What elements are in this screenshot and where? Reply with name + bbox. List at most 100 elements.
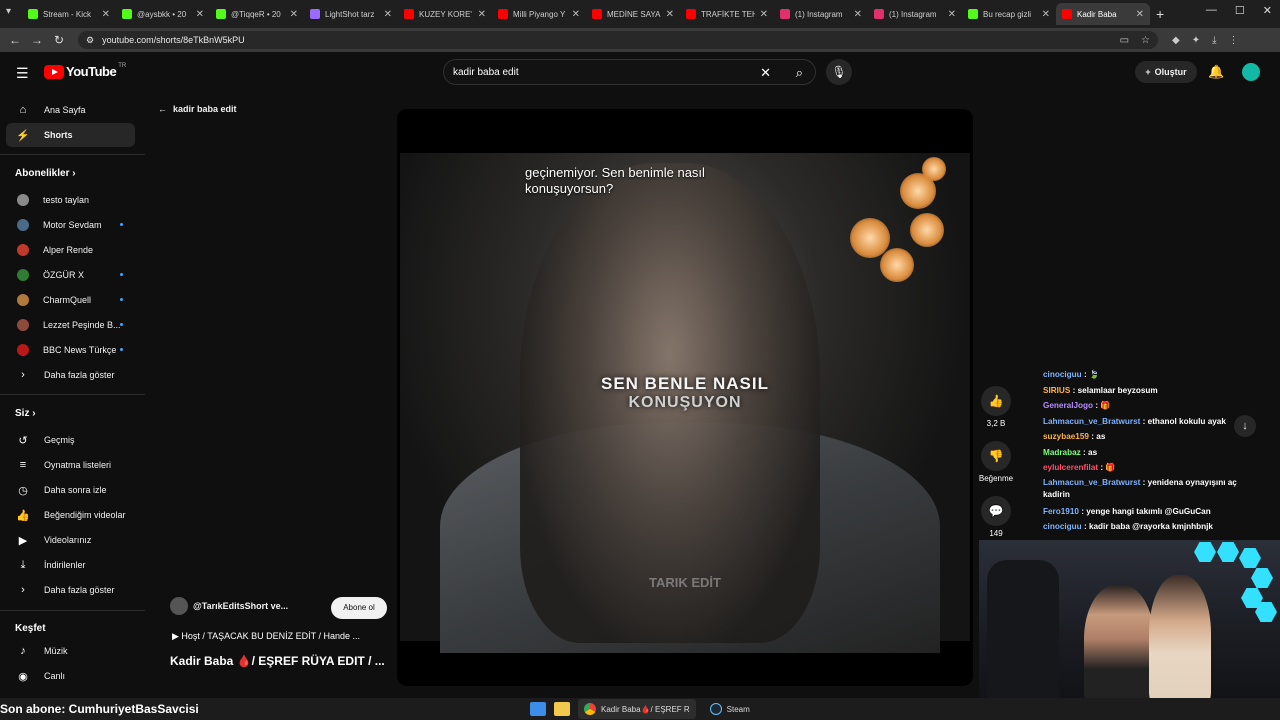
- explore-heading[interactable]: Keşfet: [15, 623, 46, 634]
- puzzle-icon[interactable]: ✦: [1192, 35, 1200, 46]
- download-icon[interactable]: ⤓: [1212, 35, 1216, 46]
- browser-tab[interactable]: Kadir Baba ✕: [1056, 3, 1150, 25]
- tab-close-icon[interactable]: ✕: [948, 9, 956, 20]
- hex-decoration: [1239, 548, 1261, 568]
- browser-tab[interactable]: MEDİNE SAYA ✕: [586, 3, 680, 25]
- sidebar-item[interactable]: Motor Sevdam: [6, 213, 135, 237]
- video-title[interactable]: Kadir Baba 🩸/ EŞREF RÜYA EDIT / ...: [170, 654, 385, 668]
- extension-icon[interactable]: ◆: [1172, 35, 1180, 46]
- sidebar-item[interactable]: Alper Rende: [6, 238, 135, 262]
- browser-tab[interactable]: (1) Instagram ✕: [774, 3, 868, 25]
- sidebar-item[interactable]: ⤓ İndirilenler: [6, 553, 135, 577]
- tab-search-icon[interactable]: ▾: [6, 6, 11, 17]
- like-button[interactable]: 👍 3,2 B: [977, 386, 1015, 428]
- cast-icon[interactable]: ▭: [1120, 35, 1129, 46]
- tab-close-icon[interactable]: ✕: [196, 9, 204, 20]
- create-button[interactable]: + Oluştur: [1135, 61, 1197, 83]
- subscribe-button[interactable]: Abone ol: [331, 597, 387, 619]
- tab-close-icon[interactable]: ✕: [102, 9, 110, 20]
- sidebar-item[interactable]: › Daha fazla göster: [6, 363, 135, 387]
- browser-tab[interactable]: Stream - Kick ✕: [22, 3, 116, 25]
- file-explorer-icon[interactable]: [554, 702, 570, 716]
- taskbar-steam[interactable]: Steam: [704, 699, 756, 719]
- gaming-chair: [987, 560, 1059, 698]
- channel-name[interactable]: @TarıkEditsShort ve...: [193, 601, 288, 611]
- browser-tab[interactable]: KUZEY KORE' ✕: [398, 3, 492, 25]
- browser-tab[interactable]: TRAFİKTE TEH ✕: [680, 3, 774, 25]
- chat-separator: :: [1140, 416, 1148, 426]
- browser-tab[interactable]: Milli Piyango Y ✕: [492, 3, 586, 25]
- clear-search-icon[interactable]: ✕: [760, 65, 771, 81]
- taskbar-chrome[interactable]: Kadir Baba🩸/ EŞREF R: [578, 699, 696, 719]
- notifications-bell-icon[interactable]: 🔔: [1208, 64, 1224, 80]
- chevron-down-icon: ›: [21, 369, 25, 381]
- site-info-icon[interactable]: ⚙: [86, 35, 94, 46]
- search-input[interactable]: kadir baba edit ✕ ⌕: [443, 59, 816, 85]
- reload-icon[interactable]: ↻: [48, 33, 70, 47]
- sidebar-item[interactable]: ≡ Oynatma listeleri: [6, 453, 135, 477]
- channel-info[interactable]: @TarıkEditsShort ve...: [170, 597, 288, 615]
- sidebar-item[interactable]: ♪ Müzik: [6, 639, 135, 663]
- windows-start-icon[interactable]: [530, 702, 546, 716]
- guide-menu-icon[interactable]: ☰: [16, 65, 29, 82]
- maximize-icon[interactable]: ☐: [1235, 4, 1245, 17]
- tab-close-icon[interactable]: ✕: [1042, 9, 1050, 20]
- sidebar-item[interactable]: ▶ Videolarınız: [6, 528, 135, 552]
- tab-close-icon[interactable]: ✕: [666, 9, 674, 20]
- comments-button[interactable]: 💬 149: [977, 496, 1015, 538]
- sidebar-item[interactable]: ÖZGÜR X: [6, 263, 135, 287]
- back-to-search[interactable]: ← kadir baba edit: [158, 104, 237, 114]
- chat-message: SIRIUS : selamlaar beyzosum: [1043, 383, 1263, 399]
- subscriptions-heading[interactable]: Abonelikler ›: [15, 168, 76, 179]
- sidebar-item[interactable]: ⚡ Shorts: [6, 123, 135, 147]
- close-window-icon[interactable]: ✕: [1263, 4, 1272, 17]
- tab-close-icon[interactable]: ✕: [290, 9, 298, 20]
- back-icon[interactable]: ←: [4, 33, 26, 47]
- forward-icon[interactable]: →: [26, 33, 48, 47]
- sidebar-item-label: Alper Rende: [43, 245, 94, 255]
- menu-icon[interactable]: ⋮: [1229, 35, 1239, 46]
- tab-close-icon[interactable]: ✕: [478, 9, 486, 20]
- browser-tab[interactable]: @TiqqeR • 20 ✕: [210, 3, 304, 25]
- sidebar-item[interactable]: BBC News Türkçe: [6, 338, 135, 362]
- create-label: Oluştur: [1154, 67, 1187, 77]
- tab-label: (1) Instagram: [889, 9, 937, 19]
- search-icon[interactable]: ⌕: [796, 65, 803, 81]
- voice-search-icon[interactable]: 🎙: [826, 59, 852, 85]
- sidebar-item-label: Daha fazla göster: [44, 370, 115, 380]
- youtube-logo[interactable]: YouTube TR: [44, 63, 126, 79]
- browser-tab[interactable]: Bu recap gizli ✕: [962, 3, 1056, 25]
- you-heading[interactable]: Siz ›: [15, 408, 36, 419]
- sidebar-item[interactable]: testo taylan: [6, 188, 135, 212]
- sidebar-item[interactable]: ◷ Daha sonra izle: [6, 478, 135, 502]
- shorts-video-player[interactable]: geçinemiyor. Sen benimle nasıl konuşuyor…: [397, 109, 973, 686]
- tab-close-icon[interactable]: ✕: [1136, 9, 1144, 20]
- sidebar-item[interactable]: ⌂ Ana Sayfa: [6, 98, 135, 122]
- chat-separator: :: [1070, 385, 1078, 395]
- new-tab-icon[interactable]: +: [1156, 6, 1164, 22]
- sidebar-item[interactable]: 👍 Beğendiğim videolar: [6, 503, 135, 527]
- sidebar-item[interactable]: Lezzet Peşinde B...: [6, 313, 135, 337]
- music-info[interactable]: ▶ Hoşt / TAŞACAK BU DENİZ EDİT / Hande .…: [172, 631, 360, 642]
- sidebar-item[interactable]: ◉ Canlı: [6, 664, 135, 688]
- tab-close-icon[interactable]: ✕: [572, 9, 580, 20]
- sidebar-item[interactable]: › Daha fazla göster: [6, 578, 135, 602]
- sidebar-item[interactable]: CharmQuell: [6, 288, 135, 312]
- account-avatar[interactable]: [1242, 63, 1260, 81]
- minimize-icon[interactable]: —: [1206, 4, 1217, 17]
- browser-tab[interactable]: @aysbkk • 20 ✕: [116, 3, 210, 25]
- tab-close-icon[interactable]: ✕: [854, 9, 862, 20]
- sidebar-item[interactable]: ↺ Geçmiş: [6, 428, 135, 452]
- channel-avatar[interactable]: [170, 597, 188, 615]
- chat-text: 🍃: [1088, 370, 1100, 379]
- next-video-arrow-icon[interactable]: ↓: [1234, 415, 1256, 437]
- tab-close-icon[interactable]: ✕: [760, 9, 768, 20]
- chat-separator: :: [1081, 370, 1089, 379]
- browser-tab[interactable]: LightShot tarz ✕: [304, 3, 398, 25]
- tab-close-icon[interactable]: ✕: [384, 9, 392, 20]
- browser-tab[interactable]: (1) Instagram ✕: [868, 3, 962, 25]
- url-field[interactable]: ⚙ youtube.com/shorts/8eTkBnW5kPU ▭ ☆: [78, 31, 1158, 49]
- bookmark-star-icon[interactable]: ☆: [1141, 35, 1150, 46]
- sidebar-item-label: Shorts: [44, 130, 73, 140]
- dislike-button[interactable]: 👎 Beğenme: [977, 441, 1015, 483]
